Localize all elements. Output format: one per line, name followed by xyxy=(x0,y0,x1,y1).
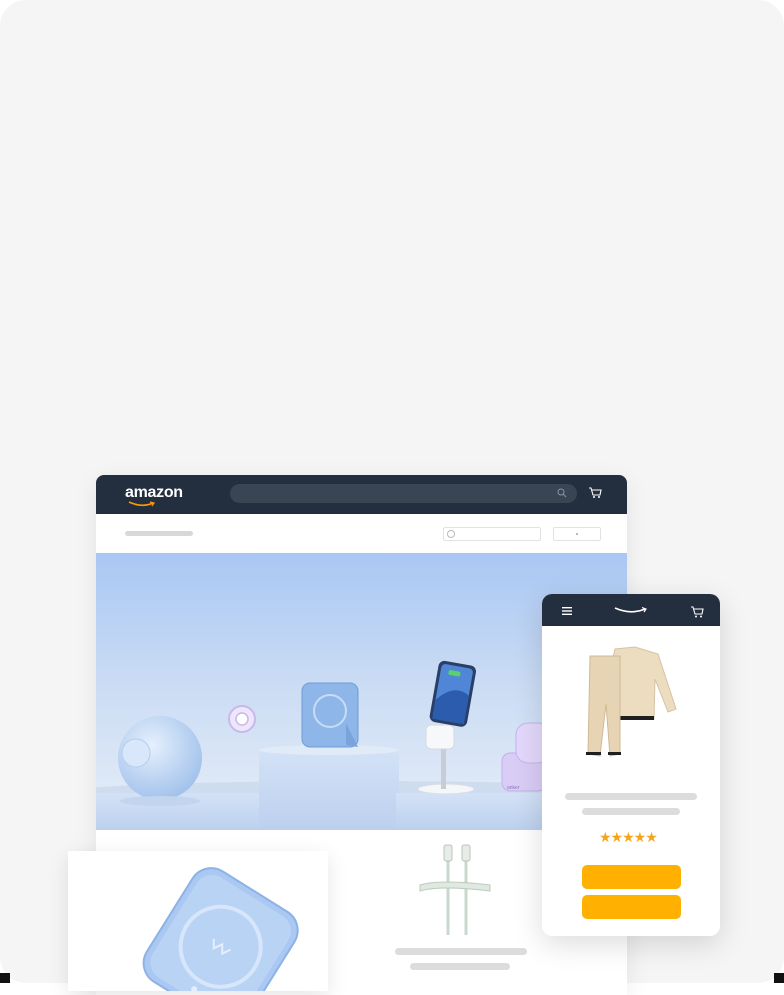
amazon-smile-logo xyxy=(128,501,155,507)
product-subtitle-placeholder xyxy=(582,808,680,815)
product-price-placeholder xyxy=(410,963,510,970)
dot-icon xyxy=(576,533,578,535)
search-icon[interactable] xyxy=(557,488,567,498)
cart-icon[interactable] xyxy=(588,486,602,499)
amazon-smile-logo[interactable] xyxy=(614,606,648,615)
pajama-set-image xyxy=(586,646,677,757)
mobile-header xyxy=(542,594,720,626)
amazon-logo[interactable]: amazon xyxy=(125,484,183,502)
rating-stars: ★★★★★ xyxy=(599,830,658,846)
product-card-cable[interactable] xyxy=(340,835,570,975)
powerbank-image xyxy=(142,867,299,991)
search-icon xyxy=(447,530,455,538)
filter-search-input[interactable] xyxy=(443,527,541,541)
corner-mark xyxy=(774,973,784,983)
filter-button[interactable] xyxy=(553,527,601,541)
corner-mark xyxy=(0,973,10,983)
desktop-header: amazon xyxy=(96,475,627,514)
product-title-placeholder xyxy=(565,793,697,800)
breadcrumb-placeholder xyxy=(125,531,193,536)
hero-product-label: anker xyxy=(507,785,520,791)
product-title-placeholder xyxy=(395,948,527,955)
product-card-powerbank[interactable] xyxy=(68,851,328,991)
desktop-subheader xyxy=(96,514,627,554)
add-to-cart-button[interactable] xyxy=(582,865,681,889)
menu-icon[interactable] xyxy=(562,607,572,615)
search-input[interactable] xyxy=(230,484,577,503)
buy-now-button[interactable] xyxy=(582,895,681,919)
usb-cable-image xyxy=(419,844,491,935)
mobile-store-mockup: ★★★★★ xyxy=(542,594,720,936)
cart-icon[interactable] xyxy=(690,606,704,618)
